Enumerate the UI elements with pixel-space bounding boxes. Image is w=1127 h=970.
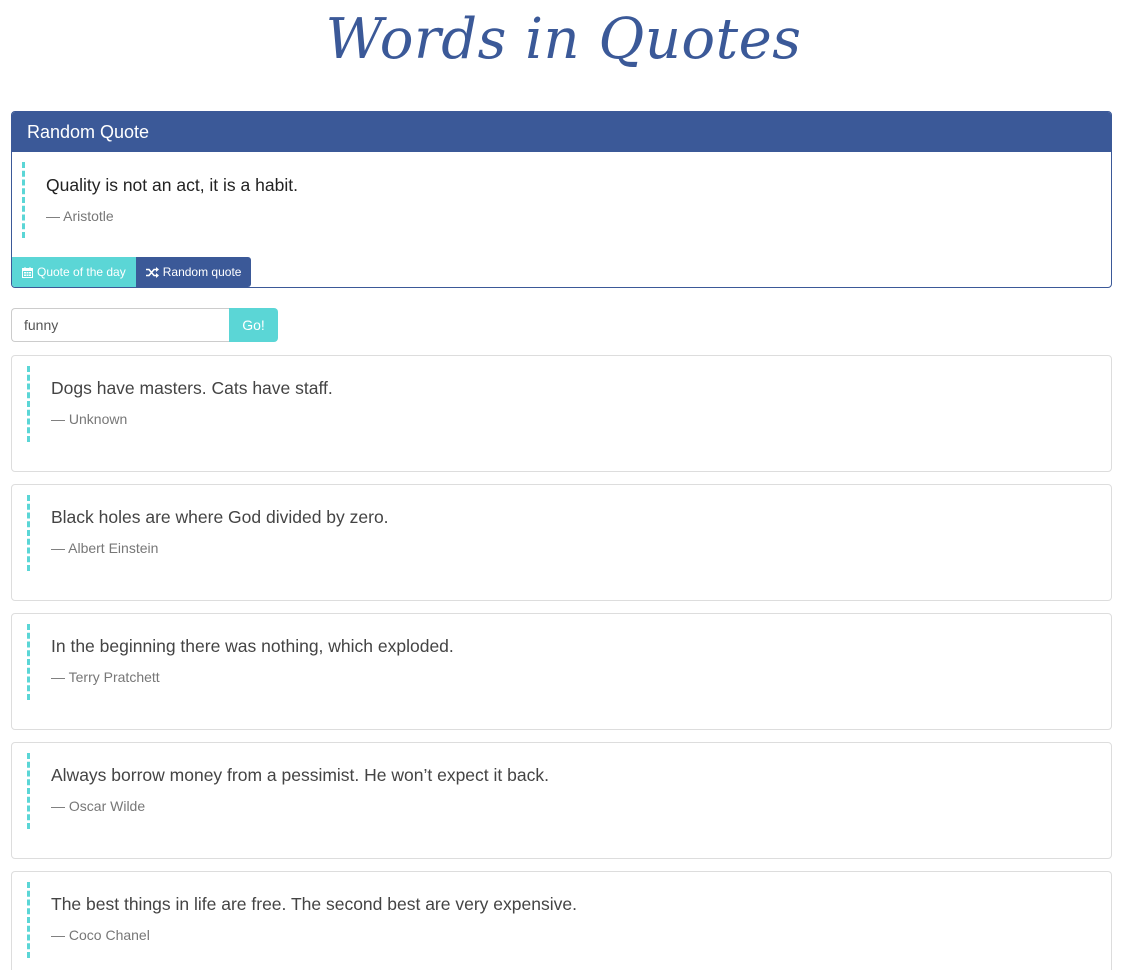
quote-author: — Terry Pratchett bbox=[51, 669, 160, 685]
result-blockquote: The best things in life are free. The se… bbox=[27, 882, 577, 958]
result-blockquote: Always borrow money from a pessimist. He… bbox=[27, 753, 549, 829]
result-quote-card: In the beginning there was nothing, whic… bbox=[11, 613, 1112, 730]
shuffle-icon bbox=[145, 266, 159, 278]
calendar-icon bbox=[22, 266, 33, 278]
quote-author: — Coco Chanel bbox=[51, 927, 150, 943]
random-quote-label: Random quote bbox=[162, 265, 242, 279]
quote-text: Dogs have masters. Cats have staff. bbox=[51, 378, 333, 398]
quote-author: — Albert Einstein bbox=[51, 540, 159, 556]
random-quote-panel: Random Quote Quality is not an act, it i… bbox=[11, 111, 1112, 288]
quote-author: — Unknown bbox=[51, 411, 128, 427]
panel-heading: Random Quote bbox=[12, 112, 1111, 152]
quote-text: In the beginning there was nothing, whic… bbox=[51, 636, 454, 656]
go-button[interactable]: Go! bbox=[229, 308, 278, 342]
quote-text: Quality is not an act, it is a habit. bbox=[46, 175, 298, 195]
site-title: Words in Quotes bbox=[325, 7, 802, 72]
result-blockquote: In the beginning there was nothing, whic… bbox=[27, 624, 454, 700]
result-blockquote: Black holes are where God divided by zer… bbox=[27, 495, 389, 571]
quote-text: Always borrow money from a pessimist. He… bbox=[51, 765, 549, 785]
quote-button-group: Quote of the day Random quote bbox=[12, 257, 252, 287]
random-quote-blockquote: Quality is not an act, it is a habit. — … bbox=[22, 162, 298, 238]
quote-text: Black holes are where God divided by zer… bbox=[51, 507, 389, 527]
result-quote-card: Black holes are where God divided by zer… bbox=[11, 484, 1112, 601]
quote-author: — Oscar Wilde bbox=[51, 798, 146, 814]
quote-of-the-day-label: Quote of the day bbox=[37, 265, 126, 279]
quote-of-the-day-button[interactable]: Quote of the day bbox=[12, 257, 136, 287]
quote-author: — Aristotle bbox=[46, 208, 114, 224]
quote-text: The best things in life are free. The se… bbox=[51, 894, 577, 914]
result-blockquote: Dogs have masters. Cats have staff. — Un… bbox=[27, 366, 333, 442]
result-quote-card: Dogs have masters. Cats have staff. — Un… bbox=[11, 355, 1112, 472]
result-quote-card: The best things in life are free. The se… bbox=[11, 871, 1112, 970]
search-input[interactable] bbox=[11, 308, 229, 342]
result-quote-card: Always borrow money from a pessimist. He… bbox=[11, 742, 1112, 859]
random-quote-button[interactable]: Random quote bbox=[135, 257, 252, 287]
